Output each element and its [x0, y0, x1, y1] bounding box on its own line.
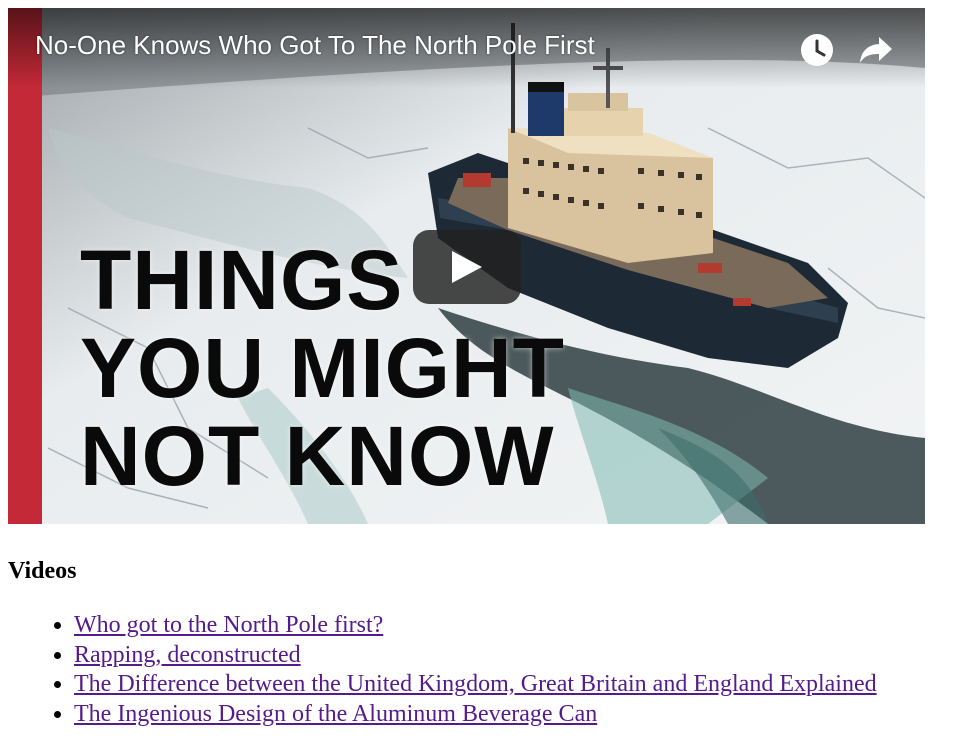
share-button[interactable]	[856, 30, 896, 70]
video-link-uk-difference[interactable]: The Difference between the United Kingdo…	[74, 671, 877, 697]
share-arrow-icon	[860, 37, 892, 63]
play-icon	[452, 251, 482, 283]
video-link-north-pole[interactable]: Who got to the North Pole first?	[74, 612, 383, 638]
caption-line-3: NOT KNOW	[80, 409, 555, 503]
video-player[interactable]: No-One Knows Who Got To The North Pole F…	[8, 8, 925, 524]
list-item: The Difference between the United Kingdo…	[74, 670, 877, 700]
caption-line-2: YOU MIGHT	[80, 321, 565, 415]
video-title-link[interactable]: No-One Knows Who Got To The North Pole F…	[35, 30, 595, 61]
list-item: Rapping, deconstructed	[74, 641, 877, 671]
clock-icon	[801, 34, 833, 66]
list-item: The Ingenious Design of the Aluminum Bev…	[74, 700, 877, 730]
list-item: Who got to the North Pole first?	[74, 611, 877, 641]
play-button[interactable]	[413, 230, 521, 304]
watch-later-button[interactable]	[797, 30, 837, 70]
video-list: Who got to the North Pole first? Rapping…	[34, 611, 877, 729]
section-heading: Videos	[8, 558, 77, 584]
video-link-aluminum-can[interactable]: The Ingenious Design of the Aluminum Bev…	[74, 701, 597, 727]
video-link-rapping[interactable]: Rapping, deconstructed	[74, 642, 301, 668]
